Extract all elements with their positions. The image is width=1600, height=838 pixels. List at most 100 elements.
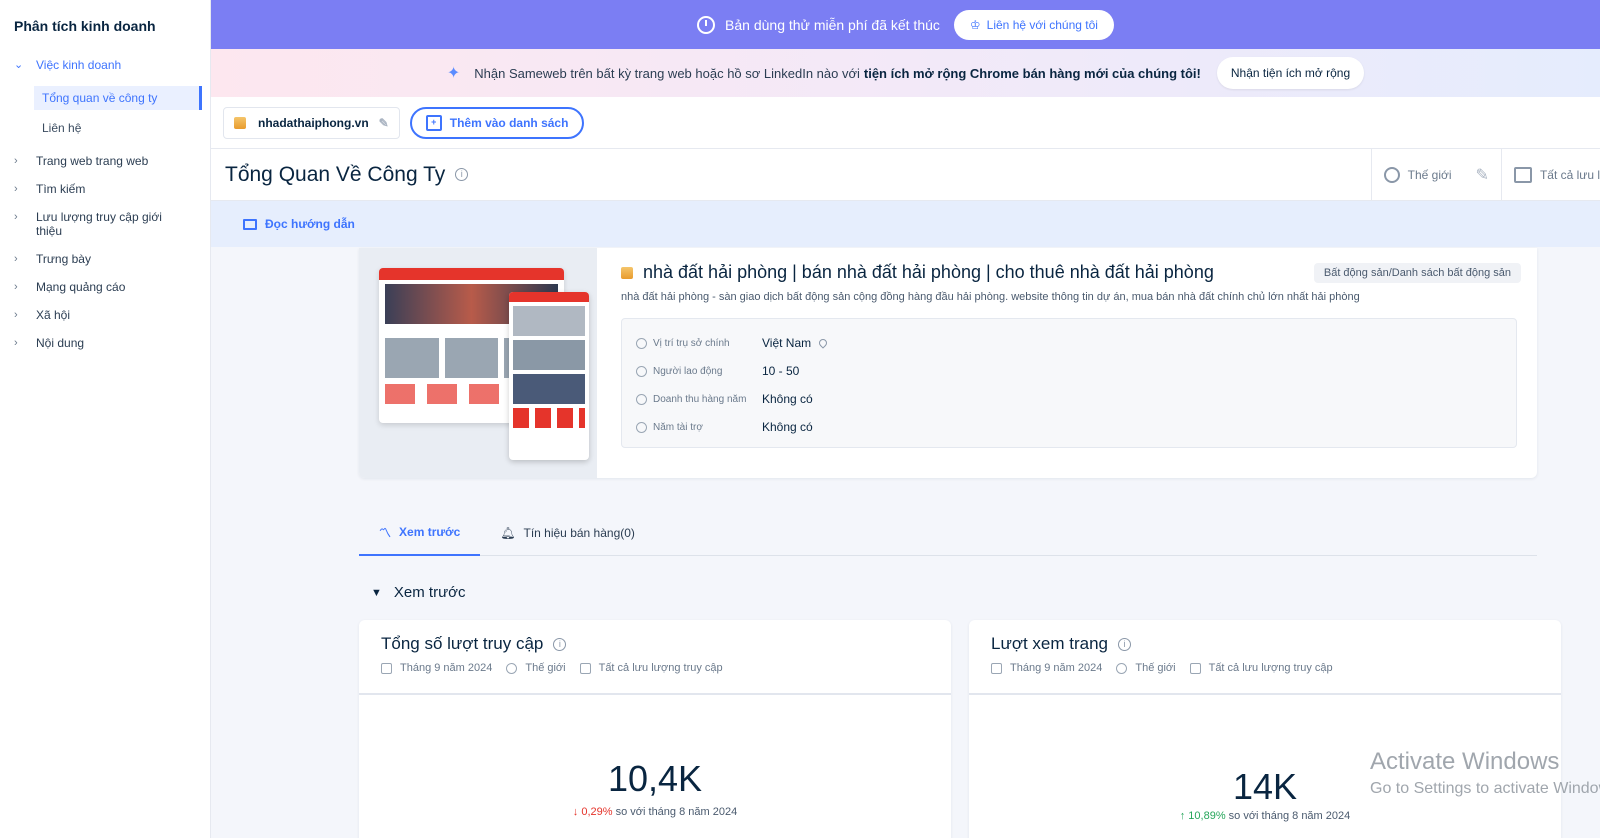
main-content: Bản dùng thử miễn phí đã kết thúc ♔ Liên… [211, 0, 1600, 838]
region-filter[interactable]: Thế giới ✎ [1370, 149, 1501, 201]
location-pin-icon [817, 337, 829, 349]
domain-bar: nhadathaiphong.vn ✎ + Thêm vào danh sách [211, 97, 1600, 149]
company-name: nhà đất hải phòng | bán nhà đất hải phòn… [643, 262, 1214, 282]
domain-name: nhadathaiphong.vn [258, 115, 369, 130]
calendar-icon [381, 662, 392, 674]
sidebar-item-company-overview[interactable]: Tổng quan về công ty [34, 86, 202, 110]
traffic-source-icon [579, 662, 591, 674]
chevron-right-icon: › [14, 337, 18, 349]
sidebar-item-search[interactable]: › Tìm kiếm [0, 182, 210, 196]
people-icon [636, 365, 647, 377]
info-value: Việt Nam [762, 336, 812, 350]
list-add-icon: + [425, 114, 442, 131]
info-icon[interactable]: i [455, 168, 469, 181]
sidebar-item-label: Lưu lượng truy cập giới thiệu [36, 210, 162, 238]
watermark-line2: Go to Settings to activate Windows. [1370, 780, 1600, 797]
sidebar-section-label: Việc kinh doanh [36, 58, 122, 72]
info-row-funding-year: Năm tài trợ Không có [636, 413, 1502, 441]
info-row-employees: Người lao động 10 - 50 [636, 357, 1502, 385]
info-value: Không có [762, 392, 813, 406]
globe-icon [1116, 662, 1128, 674]
info-row-revenue: Doanh thu hàng năm Không có [636, 385, 1502, 413]
sidebar-item-label: Tìm kiếm [36, 182, 86, 196]
contact-us-button[interactable]: ♔ Liên hệ với chúng tôi [953, 9, 1114, 40]
get-extension-button[interactable]: Nhận tiện ích mở rộng [1216, 57, 1365, 89]
sidebar: Phân tích kinh doanh ⌄ Việc kinh doanh T… [0, 0, 211, 838]
sparkle-icon: ✦ [446, 65, 461, 82]
crown-icon: ♔ [969, 17, 981, 32]
promo-highlight: tiện ích mở rộng Chrome bán hàng mới của… [863, 65, 1201, 81]
sidebar-item-label: Xã hội [36, 308, 71, 322]
category-badge[interactable]: Bất động sản/Danh sách bất động sản [1313, 262, 1521, 283]
info-icon[interactable]: i [553, 637, 567, 651]
sidebar-item-display[interactable]: › Trưng bày [0, 252, 210, 266]
traffic-source-icon [1513, 167, 1532, 183]
section-title: Xem trước [393, 584, 466, 601]
metric-title: Tổng số lượt truy cập [381, 634, 544, 653]
tab-label: Tín hiệu bán hàng(0) [523, 526, 635, 540]
sidebar-item-label: Trang web trang web [36, 154, 149, 168]
metric-value: 10,4K [607, 758, 703, 799]
sidebar-item-label: Trưng bày [36, 252, 91, 266]
traffic-source-icon [1189, 662, 1201, 674]
sidebar-item-contact[interactable]: Liên hệ [0, 116, 210, 140]
site-favicon-icon [621, 266, 633, 279]
chevron-down-icon: ⌄ [14, 59, 24, 71]
sidebar-item-referral-traffic[interactable]: › Lưu lượng truy cập giới thiệu [0, 210, 210, 238]
sidebar-section-business[interactable]: ⌄ Việc kinh doanh [0, 58, 210, 72]
chevron-down-icon: ▼ [371, 586, 382, 599]
info-label: Năm tài trợ [653, 421, 703, 433]
edit-icon[interactable]: ✎ [1476, 165, 1489, 185]
site-favicon-icon [234, 116, 246, 129]
sidebar-item-label: Nội dung [36, 336, 85, 350]
sidebar-item-ad-network[interactable]: › Mạng quảng cáo [0, 280, 210, 294]
metric-title: Lượt xem trang [991, 634, 1109, 653]
metric-traffic: Tất cả lưu lượng truy cập [598, 662, 723, 674]
metric-comparison: ↓ 0,29% so với tháng 8 năm 2024 [359, 806, 951, 818]
info-label: Doanh thu hàng năm [653, 393, 747, 405]
sidebar-item-label: Mạng quảng cáo [36, 280, 126, 294]
company-card: nhà đất hải phòng | bán nhà đất hải phòn… [359, 248, 1537, 478]
book-icon [243, 218, 257, 230]
sidebar-item-content[interactable]: › Nội dung [0, 336, 210, 350]
globe-icon [506, 662, 518, 674]
metric-region: Thế giới [525, 662, 566, 674]
coin-icon [636, 393, 647, 405]
metric-period: Tháng 9 năm 2024 [1010, 662, 1103, 674]
chevron-right-icon: › [14, 211, 18, 223]
metric-card-total-visits: Tổng số lượt truy cập i Tháng 9 năm 2024… [359, 620, 951, 838]
chevron-right-icon: › [14, 309, 18, 321]
traffic-filter[interactable]: Tất cả lưu l [1500, 149, 1600, 201]
info-label: Vị trí trụ sở chính [653, 337, 730, 349]
tab-preview[interactable]: 〽 Xem trước [359, 510, 481, 556]
region-label: Thế giới [1407, 168, 1452, 182]
sidebar-title: Phân tích kinh doanh [14, 18, 156, 34]
read-guide-link[interactable]: Đọc hướng dẫn [265, 217, 355, 231]
globe-icon [1383, 167, 1400, 183]
add-to-list-button[interactable]: + Thêm vào danh sách [409, 106, 585, 139]
sidebar-item-social[interactable]: › Xã hội [0, 308, 210, 322]
info-icon[interactable]: i [1118, 637, 1132, 651]
company-header: nhà đất hải phòng | bán nhà đất hải phòn… [621, 262, 1521, 283]
metric-compare-text: so với tháng 8 năm 2024 [1228, 810, 1351, 822]
company-info-box: Vị trí trụ sở chính Việt Nam Người lao đ… [621, 318, 1517, 448]
sidebar-item-website[interactable]: › Trang web trang web [0, 154, 210, 168]
domain-chip[interactable]: nhadathaiphong.vn ✎ [223, 106, 400, 139]
edit-icon[interactable]: ✎ [379, 116, 389, 130]
chart-line-icon: 〽 [379, 525, 392, 540]
company-description: nhà đất hải phòng - sàn giao dịch bất độ… [621, 291, 1360, 303]
globe-icon [636, 337, 647, 349]
info-value: 10 - 50 [762, 364, 800, 378]
metric-region: Thế giới [1135, 662, 1176, 674]
tab-sales-signals[interactable]: 🔔︎ Tín hiệu bán hàng(0) [480, 510, 655, 556]
trial-banner: Bản dùng thử miễn phí đã kết thúc ♔ Liên… [211, 0, 1600, 49]
contact-us-label: Liên hệ với chúng tôi [986, 17, 1098, 32]
guide-bar: Đọc hướng dẫn [211, 201, 1600, 247]
bell-icon: 🔔︎ [500, 526, 516, 540]
chevron-right-icon: › [14, 281, 18, 293]
section-toggle[interactable]: ▼ Xem trước [371, 584, 465, 601]
clock-icon [697, 15, 716, 34]
add-to-list-label: Thêm vào danh sách [449, 115, 569, 130]
chevron-right-icon: › [14, 253, 18, 265]
chevron-right-icon: › [14, 183, 18, 195]
